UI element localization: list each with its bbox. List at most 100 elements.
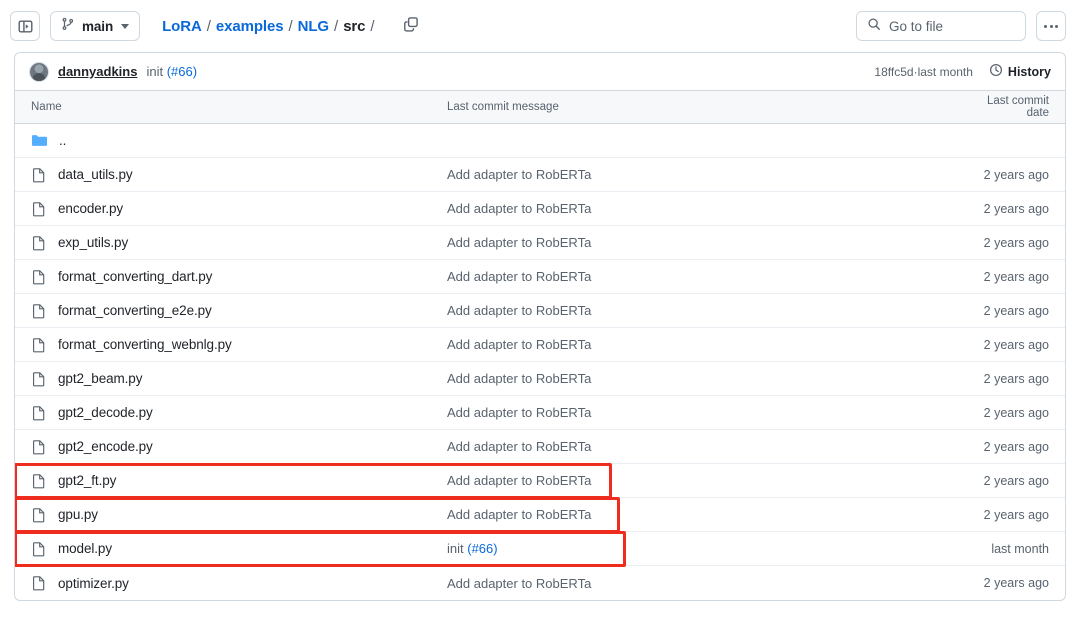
row-commit-message: Add adapter to RobERTa [447,439,972,454]
row-commit-date: 2 years ago [983,303,1049,318]
file-table: Name Last commit message Last commit dat… [14,90,1066,601]
row-commit-message: Add adapter to RobERTa [447,337,972,352]
commit-relative-time: last month [917,64,973,79]
file-name-link[interactable]: exp_utils.py [58,235,128,250]
row-commit-message-text: Add adapter to RobERTa [447,303,592,318]
row-commit-pr-link[interactable]: (#66) [467,541,497,556]
row-commit-message-text: Add adapter to RobERTa [447,371,592,386]
breadcrumb-item-lora[interactable]: LoRA [162,18,202,35]
row-name-cell: gpu.py [15,507,447,523]
row-commit-date: 2 years ago [983,576,1049,590]
file-name-link[interactable]: optimizer.py [58,576,129,591]
file-name-link[interactable]: gpu.py [58,507,98,522]
row-commit-date: 2 years ago [983,337,1049,352]
row-commit-message: Add adapter to RobERTa [447,405,972,420]
file-name-link[interactable]: .. [59,133,66,148]
file-icon [31,201,47,217]
commit-hash[interactable]: 18ffc5d [874,65,913,79]
row-commit-message-text: Add adapter to RobERTa [447,235,592,250]
row-commit-date: 2 years ago [983,235,1049,250]
commit-author-link[interactable]: dannyadkins [58,64,137,79]
go-to-file-input[interactable]: Go to file [856,11,1026,41]
go-to-file-placeholder: Go to file [889,18,944,34]
row-name-cell: gpt2_beam.py [15,371,447,387]
row-name-cell: exp_utils.py [15,235,447,251]
file-name-link[interactable]: gpt2_encode.py [58,439,153,454]
file-icon [31,167,47,183]
breadcrumb-item-examples[interactable]: examples [216,18,284,35]
column-header-date: Last commit date [987,95,1049,119]
column-header-name: Name [31,101,62,113]
latest-commit-bar: dannyadkins init (#66) 18ffc5d · last mo… [14,52,1066,90]
file-name-link[interactable]: model.py [58,541,112,556]
chevron-down-icon [121,23,130,29]
breadcrumb-separator: / [334,17,339,35]
file-icon [31,337,47,353]
more-options-button[interactable] [1036,11,1066,41]
sidebar-toggle-button[interactable] [10,11,40,41]
table-row[interactable]: format_converting_webnlg.py Add adapter t… [15,328,1065,362]
table-row[interactable]: exp_utils.py Add adapter to RobERTa 2 year… [15,226,1065,260]
row-commit-date: 2 years ago [983,201,1049,216]
file-name-link[interactable]: encoder.py [58,201,123,216]
row-commit-date: 2 years ago [983,439,1049,454]
file-icon [31,303,47,319]
table-row[interactable]: .. [15,124,1065,158]
row-commit-message-text: Add adapter to RobERTa [447,473,592,488]
avatar[interactable] [29,61,49,82]
history-label: History [1007,64,1051,79]
table-row[interactable]: gpt2_decode.py Add adapter to RobERTa 2 ye… [15,396,1065,430]
row-commit-message-text: Add adapter to RobERTa [447,201,592,216]
row-commit-message-text: Add adapter to RobERTa [447,269,592,284]
table-row[interactable]: gpt2_beam.py Add adapter to RobERTa 2 year… [15,362,1065,396]
table-row[interactable]: gpt2_ft.py Add adapter to RobERTa 2 years … [15,463,1065,499]
row-name-cell: data_utils.py [15,167,447,183]
top-toolbar: main LoRA / examples / NLG / src / Go to… [0,0,1080,52]
file-icon [31,269,47,285]
breadcrumb-separator: / [288,17,293,35]
branch-name-label: main [82,18,114,34]
file-icon [31,371,47,387]
row-commit-message: Add adapter to RobERTa [447,269,972,284]
file-rows: .. data_utils.py Add adapter to RobERTa 2 y… [15,124,1065,600]
branch-selector[interactable]: main [50,11,141,41]
file-icon [31,473,47,489]
row-commit-message: Add adapter to RobERTa [447,167,972,182]
file-name-link[interactable]: format_converting_webnlg.py [58,337,232,352]
row-commit-message: Add adapter to RobERTa [447,507,972,522]
file-icon [31,405,47,421]
history-link[interactable]: History [989,63,1051,80]
kebab-dot-icon [1055,24,1058,28]
file-name-link[interactable]: format_converting_dart.py [58,269,212,284]
row-name-cell: optimizer.py [15,575,447,591]
file-icon [31,235,47,251]
commit-pr-link[interactable]: (#66) [167,64,197,79]
commit-message: init (#66) [146,64,197,79]
folder-icon [31,133,48,148]
row-name-cell: model.py [15,541,447,557]
commit-message-text: init [146,64,167,79]
file-name-link[interactable]: gpt2_beam.py [58,371,142,386]
sidebar-expand-icon [18,19,33,34]
file-name-link[interactable]: format_converting_e2e.py [58,303,212,318]
table-row[interactable]: optimizer.py Add adapter to RobERTa 2 year… [15,566,1065,600]
kebab-dot-icon [1049,24,1053,28]
file-name-link[interactable]: gpt2_decode.py [58,405,153,420]
copy-path-button[interactable] [397,12,425,40]
row-name-cell: gpt2_ft.py [15,473,447,489]
table-row[interactable]: encoder.py Add adapter to RobERTa 2 years … [15,192,1065,226]
table-row[interactable]: gpu.py Add adapter to RobERTa 2 years ago [15,497,1065,533]
table-row[interactable]: gpt2_encode.py Add adapter to RobERTa 2 ye… [15,430,1065,464]
file-icon [31,575,47,591]
search-icon [867,17,881,36]
table-row[interactable]: model.py init (#66) last month [15,531,1065,567]
row-name-cell: .. [15,133,447,148]
file-name-link[interactable]: data_utils.py [58,167,133,182]
table-row[interactable]: data_utils.py Add adapter to RobERTa 2 yea… [15,158,1065,192]
breadcrumb-item-nlg[interactable]: NLG [298,18,329,35]
history-clock-icon [989,63,1003,80]
file-name-link[interactable]: gpt2_ft.py [58,473,116,488]
table-row[interactable]: format_converting_e2e.py Add adapter to R… [15,294,1065,328]
row-commit-message-text: Add adapter to RobERTa [447,405,592,420]
table-row[interactable]: format_converting_dart.py Add adapter to … [15,260,1065,294]
